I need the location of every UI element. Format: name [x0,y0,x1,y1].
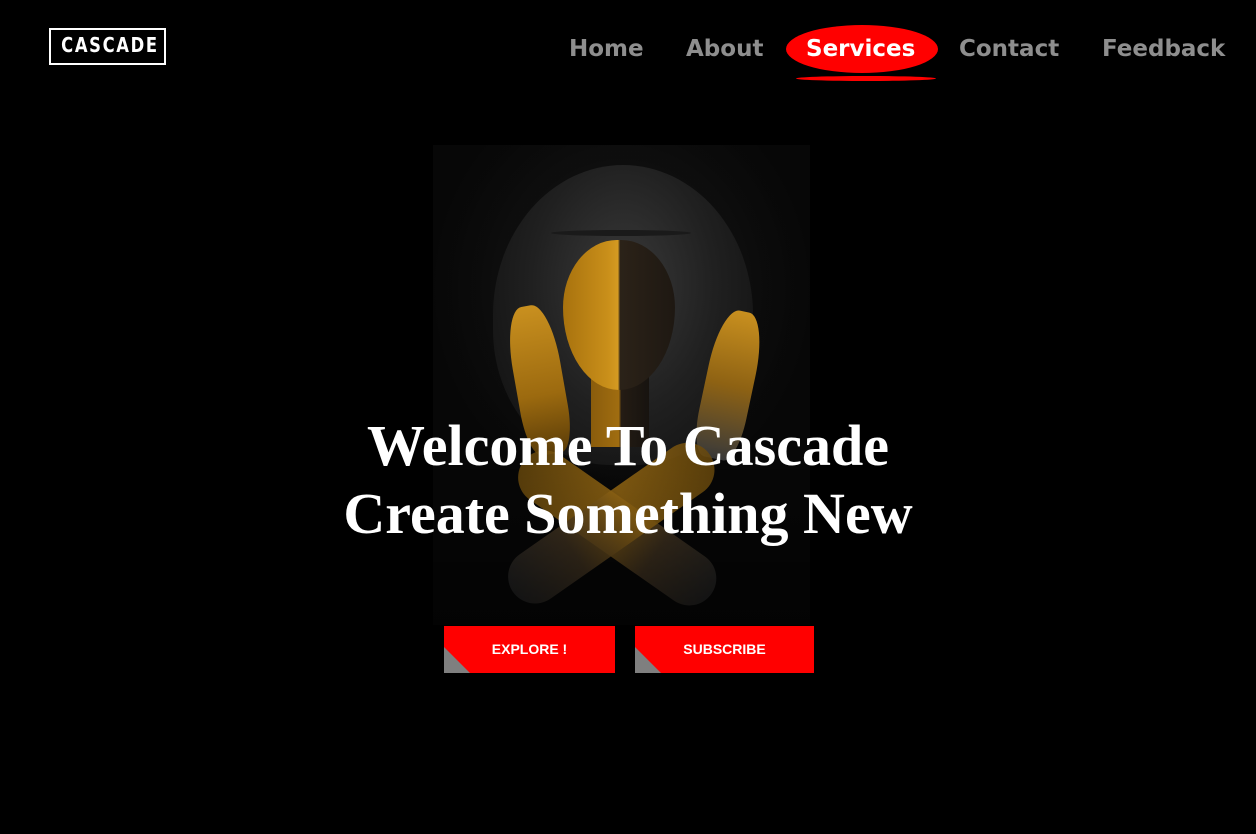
landing-page: CASCADE Home About Services Contact Feed… [0,0,1256,834]
hero-image-headband [551,230,691,236]
nav-item-services[interactable]: Services [806,33,915,65]
subscribe-button-label: SUBSCRIBE [683,641,766,657]
explore-button-label: EXPLORE ! [491,641,568,657]
nav-item-contact[interactable]: Contact [959,33,1059,65]
cascade-logo[interactable]: CASCADE [49,28,166,65]
explore-button[interactable]: EXPLORE ! [444,626,615,673]
nav-active-underline [796,76,936,81]
hero-image [433,145,810,625]
subscribe-button[interactable]: SUBSCRIBE [635,626,814,673]
hero-title-line-1: Welcome To Cascade [367,413,889,478]
nav-item-feedback[interactable]: Feedback [1102,33,1225,65]
nav-item-home[interactable]: Home [569,33,644,65]
logo-text: CASCADE [61,33,159,57]
nav-item-about[interactable]: About [686,33,763,65]
button-corner-decoration [635,647,661,673]
button-corner-decoration [444,647,470,673]
hero-title-line-2: Create Something New [343,481,913,546]
